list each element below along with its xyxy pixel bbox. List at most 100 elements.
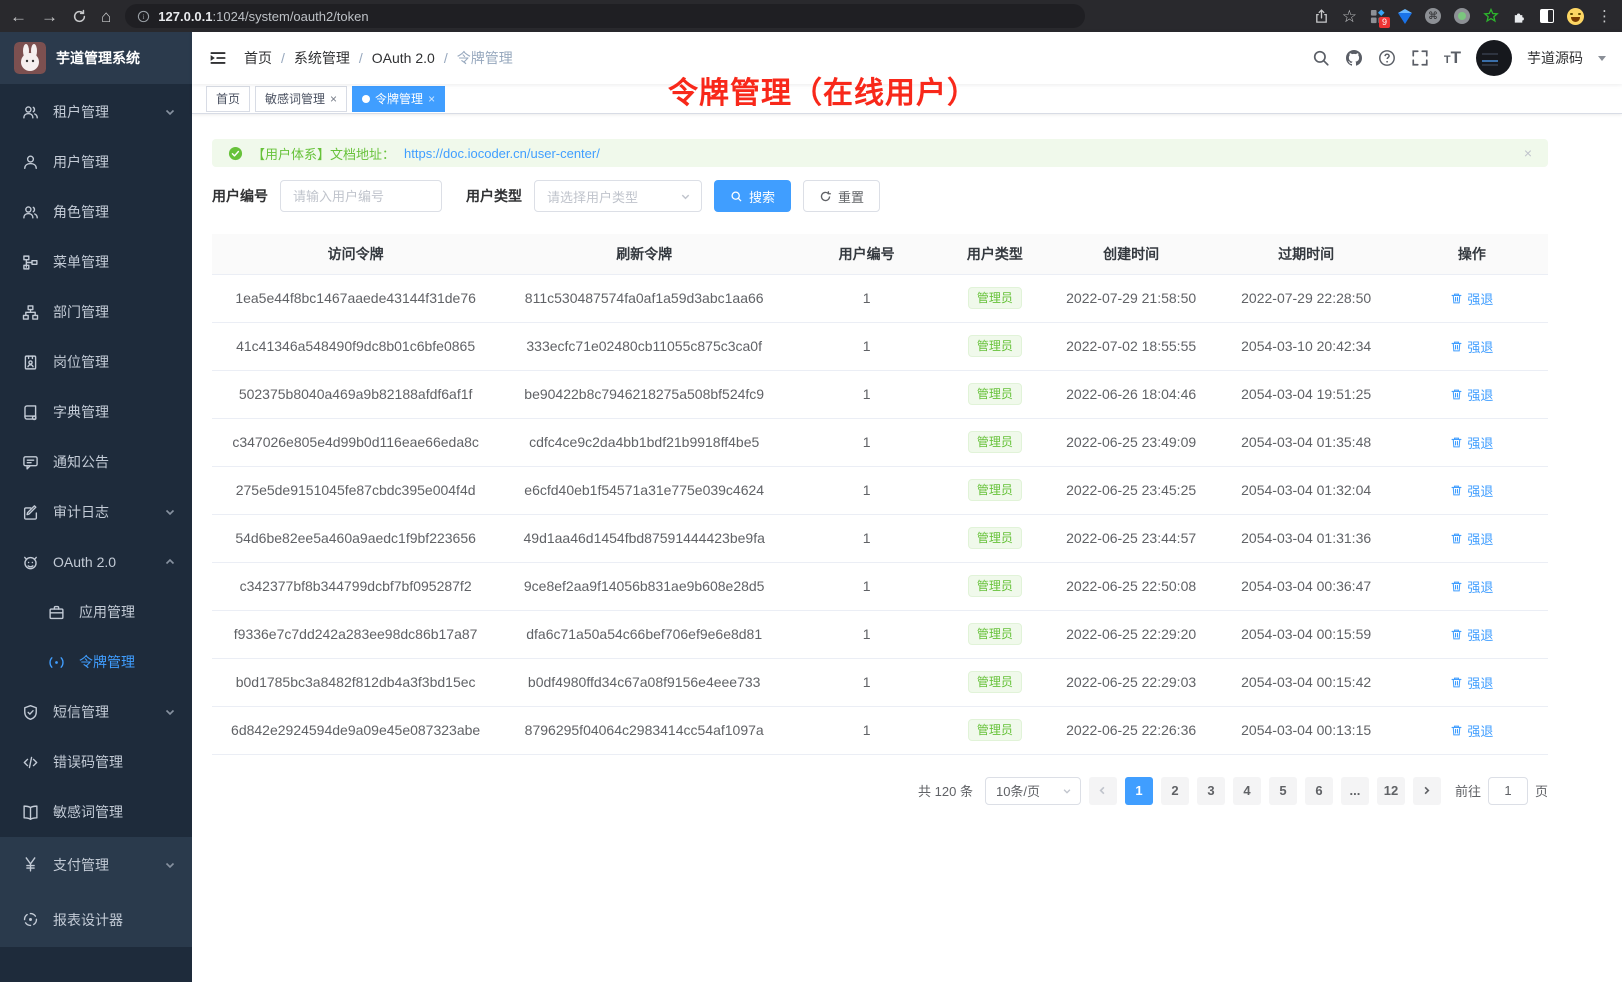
sidebar-item-role[interactable]: 角色管理	[0, 187, 192, 237]
page-button-3[interactable]: 3	[1197, 777, 1225, 805]
force-logout-button[interactable]: 强退	[1450, 673, 1493, 692]
bookmark-star-icon[interactable]: ☆	[1342, 8, 1357, 25]
svg-text:i: i	[143, 14, 145, 21]
sidebar-item-oauth[interactable]: OAuth 2.0	[0, 537, 192, 587]
goto-page-input[interactable]	[1488, 777, 1528, 805]
force-logout-button[interactable]: 强退	[1450, 289, 1493, 308]
browser-back-button[interactable]: ←	[10, 8, 27, 25]
page-button-1[interactable]: 1	[1125, 777, 1153, 805]
force-logout-button[interactable]: 强退	[1450, 481, 1493, 500]
browser-home-button[interactable]: ⌂	[101, 8, 111, 25]
user-avatar[interactable]	[1476, 40, 1512, 76]
breadcrumb-oauth[interactable]: OAuth 2.0	[372, 50, 435, 66]
trash-icon	[1450, 724, 1463, 737]
org-chart-icon	[22, 304, 39, 321]
user-id-input[interactable]	[280, 180, 442, 212]
force-logout-button[interactable]: 强退	[1450, 337, 1493, 356]
sidebar-item-report[interactable]: 报表设计器	[0, 892, 192, 947]
close-icon[interactable]: ×	[428, 92, 435, 106]
share-icon[interactable]	[1314, 9, 1329, 24]
extension-command-icon[interactable]: ⌘	[1425, 8, 1441, 24]
sidebar-item-tenant[interactable]: 租户管理	[0, 87, 192, 137]
edit-log-icon	[22, 504, 39, 521]
col-access-token: 访问令牌	[212, 234, 499, 274]
sidebar-item-menu[interactable]: 菜单管理	[0, 237, 192, 287]
col-user-type: 用户类型	[944, 234, 1046, 274]
breadcrumb-system[interactable]: 系统管理	[294, 48, 350, 68]
force-logout-button[interactable]: 强退	[1450, 385, 1493, 404]
font-size-icon[interactable]: TT	[1444, 48, 1461, 68]
sidebar-item-post[interactable]: 岗位管理	[0, 337, 192, 387]
tab-home[interactable]: 首页	[206, 86, 250, 112]
notice-close-icon[interactable]: ×	[1524, 145, 1532, 161]
col-actions: 操作	[1396, 234, 1548, 274]
force-logout-button[interactable]: 强退	[1450, 529, 1493, 548]
sidebar-item-errcode[interactable]: 错误码管理	[0, 737, 192, 787]
breadcrumb-home[interactable]: 首页	[244, 48, 272, 68]
user-type-select[interactable]: 请选择用户类型	[534, 180, 702, 212]
sidebar-item-sensitive[interactable]: 敏感词管理	[0, 787, 192, 837]
force-logout-button[interactable]: 强退	[1450, 577, 1493, 596]
extension-grid-icon[interactable]: 9	[1370, 9, 1385, 24]
table-row: b0d1785bc3a8482f812db4a3f3bd15ec b0df498…	[212, 658, 1548, 706]
github-icon[interactable]	[1345, 49, 1363, 67]
goto-label: 前往	[1455, 781, 1481, 800]
tab-token-management[interactable]: 令牌管理 ×	[352, 86, 445, 112]
sidebar-item-dict[interactable]: 字典管理	[0, 387, 192, 437]
sidebar-item-oauth-token[interactable]: 令牌管理	[0, 637, 192, 687]
next-page-button[interactable]	[1413, 777, 1441, 805]
app-logo-bar[interactable]: 芋道管理系统	[0, 32, 192, 84]
table-row: 502375b8040a469a9b82188afdf6af1f be90422…	[212, 370, 1548, 418]
tab-sensitive-words[interactable]: 敏感词管理 ×	[255, 86, 347, 112]
sidebar-item-notice[interactable]: 通知公告	[0, 437, 192, 487]
help-icon[interactable]	[1378, 49, 1396, 67]
search-icon	[730, 190, 743, 203]
page-button-6[interactable]: 6	[1305, 777, 1333, 805]
page-button-12[interactable]: 12	[1377, 777, 1405, 805]
username[interactable]: 芋道源码	[1527, 48, 1583, 68]
extension-star-icon[interactable]	[1483, 8, 1499, 24]
force-logout-button[interactable]: 强退	[1450, 433, 1493, 452]
page-button-2[interactable]: 2	[1161, 777, 1189, 805]
fullscreen-icon[interactable]	[1411, 49, 1429, 67]
notice-text: 【用户体系】文档地址：	[252, 144, 395, 163]
page-size-select[interactable]: 10条/页	[985, 777, 1081, 805]
force-logout-button[interactable]: 强退	[1450, 625, 1493, 644]
profile-avatar-icon[interactable]	[1567, 8, 1584, 25]
sidebar-item-dept[interactable]: 部门管理	[0, 287, 192, 337]
search-button[interactable]: 搜索	[714, 180, 791, 212]
extension-puzzle-icon[interactable]	[1512, 9, 1527, 24]
sidebar-item-audit-log[interactable]: 审计日志	[0, 487, 192, 537]
browser-reload-button[interactable]	[72, 9, 87, 24]
page-suffix: 页	[1535, 781, 1548, 800]
prev-page-button[interactable]	[1089, 777, 1117, 805]
force-logout-button[interactable]: 强退	[1450, 721, 1493, 740]
page-button-4[interactable]: 4	[1233, 777, 1261, 805]
extension-gem-icon[interactable]	[1398, 9, 1412, 24]
search-icon[interactable]	[1312, 49, 1330, 67]
sidebar-item-user[interactable]: 用户管理	[0, 137, 192, 187]
sidebar-collapse-icon[interactable]	[208, 48, 228, 68]
table-row: 275e5de9151045fe87cbdc395e004f4d e6cfd40…	[212, 466, 1548, 514]
table-row: c347026e805e4d99b0d116eae66eda8c cdfc4ce…	[212, 418, 1548, 466]
browser-forward-button[interactable]: →	[41, 8, 58, 25]
side-panel-icon[interactable]	[1540, 9, 1554, 23]
doc-link[interactable]: https://doc.iocoder.cn/user-center/	[404, 146, 600, 161]
reset-button[interactable]: 重置	[803, 180, 880, 212]
address-bar[interactable]: i 127.0.0.1:1024/system/oauth2/token	[125, 4, 1085, 28]
top-navbar: 首页 / 系统管理 / OAuth 2.0 / 令牌管理	[192, 32, 1622, 84]
browser-toolbar: ← → ⌂ i 127.0.0.1:1024/system/oauth2/tok…	[0, 0, 1622, 32]
sidebar-item-pay[interactable]: 支付管理	[0, 837, 192, 892]
sidebar-item-oauth-app[interactable]: 应用管理	[0, 587, 192, 637]
page-button-5[interactable]: 5	[1269, 777, 1297, 805]
signal-token-icon	[48, 654, 65, 671]
user-type-label: 用户类型	[466, 186, 522, 206]
close-icon[interactable]: ×	[330, 92, 337, 106]
page-ellipsis[interactable]: ...	[1341, 777, 1369, 805]
user-menu-caret-icon[interactable]	[1598, 56, 1606, 61]
sidebar: 芋道管理系统 租户管理 用户管理 角色管理 菜单管理 部	[0, 32, 192, 982]
browser-menu-icon[interactable]: ⋮	[1597, 7, 1612, 25]
sidebar-item-sms[interactable]: 短信管理	[0, 687, 192, 737]
extension-record-icon[interactable]	[1454, 8, 1470, 24]
site-info-icon[interactable]: i	[137, 10, 150, 23]
